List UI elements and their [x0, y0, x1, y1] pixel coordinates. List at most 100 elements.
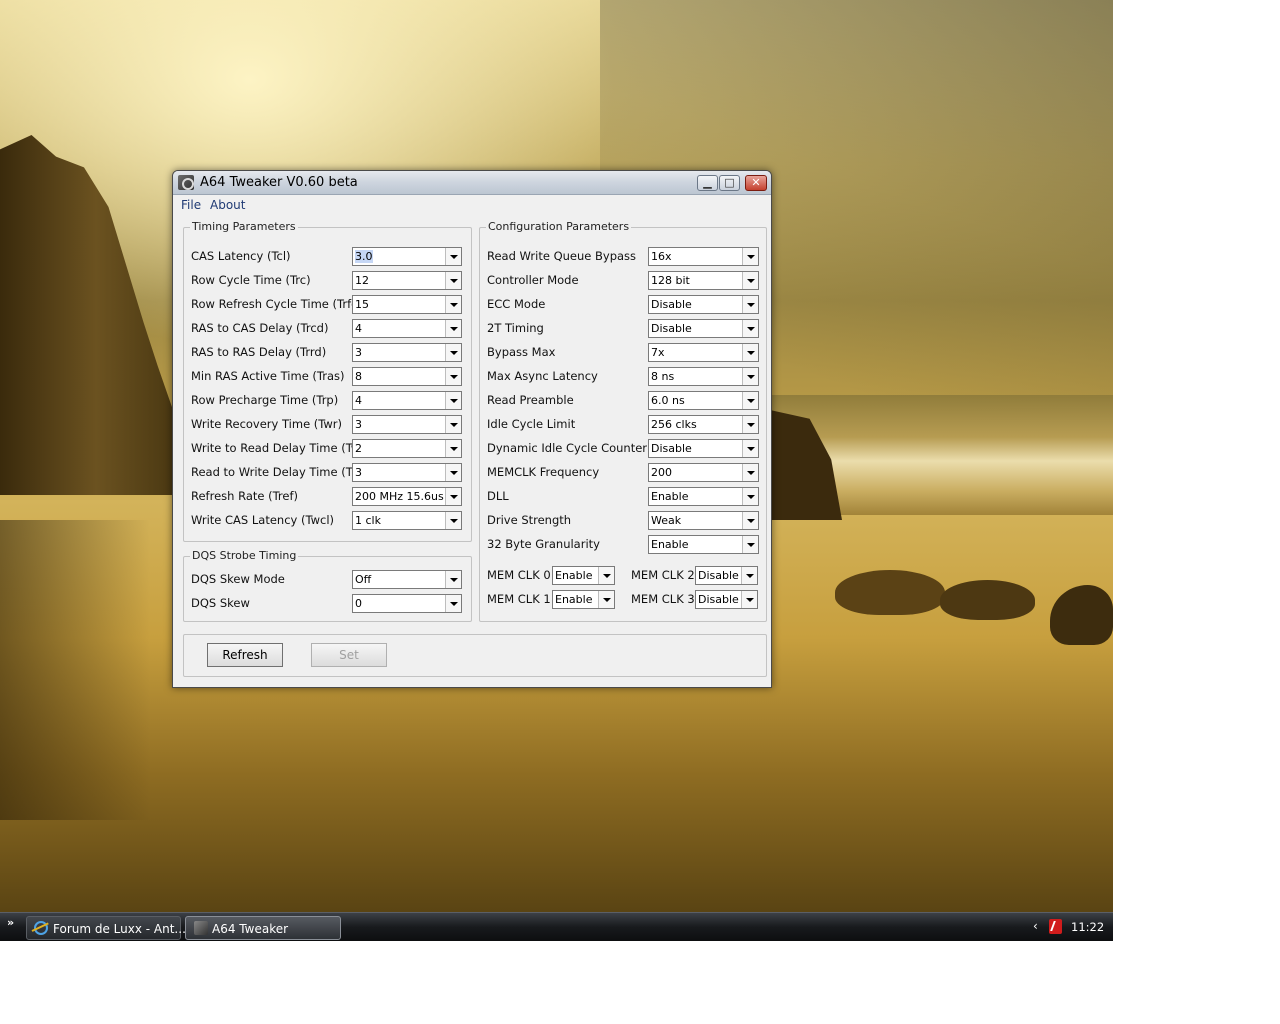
value-dropdown[interactable]: Enable — [648, 535, 759, 554]
dropdown-arrow-icon[interactable] — [445, 368, 461, 385]
refresh-button[interactable]: Refresh — [207, 643, 283, 667]
menu-file[interactable]: File — [181, 198, 201, 212]
value-dropdown[interactable]: 128 bit — [648, 271, 759, 290]
field-label: 2T Timing — [487, 321, 544, 335]
dropdown-arrow-icon[interactable] — [742, 488, 758, 505]
value-dropdown[interactable]: 16x — [648, 247, 759, 266]
value-dropdown[interactable]: Disable — [648, 319, 759, 338]
dropdown-value: Disable — [651, 298, 692, 311]
taskbar-item-label: Forum de Luxx - Ant... — [53, 922, 186, 936]
value-dropdown[interactable]: 4 — [352, 319, 462, 338]
dropdown-value: Disable — [651, 442, 692, 455]
field-label: Write CAS Latency (Twcl) — [191, 513, 334, 527]
value-dropdown[interactable]: Disable — [648, 295, 759, 314]
clock[interactable]: 11:22 — [1071, 920, 1104, 934]
dropdown-arrow-icon[interactable] — [741, 567, 757, 584]
minimize-button[interactable]: ▁ — [697, 175, 718, 191]
dropdown-arrow-icon[interactable] — [445, 248, 461, 265]
dropdown-arrow-icon[interactable] — [445, 440, 461, 457]
value-dropdown[interactable]: 4 — [352, 391, 462, 410]
taskbar: » Forum de Luxx - Ant... A64 Tweaker ‹ 1… — [0, 912, 1113, 941]
dropdown-arrow-icon[interactable] — [742, 416, 758, 433]
value-dropdown[interactable]: 12 — [352, 271, 462, 290]
value-dropdown[interactable]: Disable — [695, 590, 758, 609]
dropdown-arrow-icon[interactable] — [742, 248, 758, 265]
value-dropdown[interactable]: 2 — [352, 439, 462, 458]
dropdown-value: 7x — [651, 346, 665, 359]
dropdown-arrow-icon[interactable] — [742, 464, 758, 481]
value-dropdown[interactable]: 1 clk — [352, 511, 462, 530]
value-dropdown[interactable]: 0 — [352, 594, 462, 613]
value-dropdown[interactable]: 8 — [352, 367, 462, 386]
dropdown-arrow-icon[interactable] — [445, 344, 461, 361]
value-dropdown[interactable]: Disable — [648, 439, 759, 458]
dropdown-value: 8 ns — [651, 370, 674, 383]
dropdown-arrow-icon[interactable] — [445, 512, 461, 529]
dropdown-arrow-icon[interactable] — [445, 296, 461, 313]
value-dropdown[interactable]: Off — [352, 570, 462, 589]
set-button[interactable]: Set — [311, 643, 387, 667]
maximize-button[interactable]: □ — [719, 175, 740, 191]
window-titlebar[interactable]: A64 Tweaker V0.60 beta ▁ □ ✕ — [173, 171, 771, 195]
dropdown-arrow-icon[interactable] — [445, 392, 461, 409]
menu-about[interactable]: About — [210, 198, 245, 212]
quick-launch-chevron[interactable]: » — [7, 916, 14, 929]
dropdown-value-text: Weak — [651, 514, 682, 527]
dropdown-arrow-icon[interactable] — [445, 488, 461, 505]
dropdown-arrow-icon[interactable] — [742, 536, 758, 553]
value-dropdown[interactable]: 3.0 — [352, 247, 462, 266]
value-dropdown[interactable]: 256 clks — [648, 415, 759, 434]
field-label: DQS Skew Mode — [191, 572, 285, 586]
field-label: MEMCLK Frequency — [487, 465, 600, 479]
value-dropdown[interactable]: Enable — [648, 487, 759, 506]
dropdown-arrow-icon[interactable] — [445, 571, 461, 588]
dropdown-arrow-icon[interactable] — [598, 591, 614, 608]
value-dropdown[interactable]: 3 — [352, 415, 462, 434]
dropdown-arrow-icon[interactable] — [598, 567, 614, 584]
value-dropdown[interactable]: 200 MHz 15.6us — [352, 487, 462, 506]
dropdown-value: Enable — [555, 569, 592, 582]
value-dropdown[interactable]: Weak — [648, 511, 759, 530]
field-label: Min RAS Active Time (Tras) — [191, 369, 345, 383]
show-hidden-icons-arrow[interactable]: ‹ — [1033, 919, 1038, 933]
dropdown-arrow-icon[interactable] — [742, 512, 758, 529]
value-dropdown[interactable]: Disable — [695, 566, 758, 585]
value-dropdown[interactable]: 15 — [352, 295, 462, 314]
dropdown-arrow-icon[interactable] — [741, 591, 757, 608]
value-dropdown[interactable]: 3 — [352, 463, 462, 482]
dropdown-arrow-icon[interactable] — [742, 320, 758, 337]
close-button[interactable]: ✕ — [745, 175, 767, 191]
dropdown-arrow-icon[interactable] — [445, 320, 461, 337]
value-dropdown[interactable]: 3 — [352, 343, 462, 362]
dropdown-arrow-icon[interactable] — [742, 344, 758, 361]
value-dropdown[interactable]: 7x — [648, 343, 759, 362]
field-label: MEM CLK 3 — [631, 592, 695, 606]
dropdown-arrow-icon[interactable] — [742, 368, 758, 385]
field-label: ECC Mode — [487, 297, 546, 311]
window-title: A64 Tweaker V0.60 beta — [200, 175, 358, 190]
dropdown-arrow-icon[interactable] — [742, 296, 758, 313]
dropdown-arrow-icon[interactable] — [445, 272, 461, 289]
value-dropdown[interactable]: Enable — [552, 590, 615, 609]
dropdown-arrow-icon[interactable] — [445, 464, 461, 481]
dropdown-arrow-icon[interactable] — [445, 416, 461, 433]
taskbar-item-a64-tweaker[interactable]: A64 Tweaker — [185, 916, 341, 940]
field-label: Controller Mode — [487, 273, 579, 287]
dropdown-value: 3 — [355, 466, 362, 479]
dropdown-value: 6.0 ns — [651, 394, 685, 407]
dropdown-arrow-icon[interactable] — [445, 595, 461, 612]
value-dropdown[interactable]: 200 — [648, 463, 759, 482]
antivirus-tray-icon[interactable] — [1049, 919, 1062, 934]
dropdown-value: Disable — [698, 569, 739, 582]
dropdown-value: 4 — [355, 322, 362, 335]
dropdown-arrow-icon[interactable] — [742, 392, 758, 409]
taskbar-item-forum[interactable]: Forum de Luxx - Ant... — [26, 916, 186, 940]
dropdown-value-text: Enable — [555, 569, 593, 582]
dropdown-value: 128 bit — [651, 274, 690, 287]
dropdown-value-text: Enable — [651, 538, 689, 551]
dropdown-arrow-icon[interactable] — [742, 272, 758, 289]
dropdown-arrow-icon[interactable] — [742, 440, 758, 457]
value-dropdown[interactable]: 6.0 ns — [648, 391, 759, 410]
value-dropdown[interactable]: Enable — [552, 566, 615, 585]
value-dropdown[interactable]: 8 ns — [648, 367, 759, 386]
